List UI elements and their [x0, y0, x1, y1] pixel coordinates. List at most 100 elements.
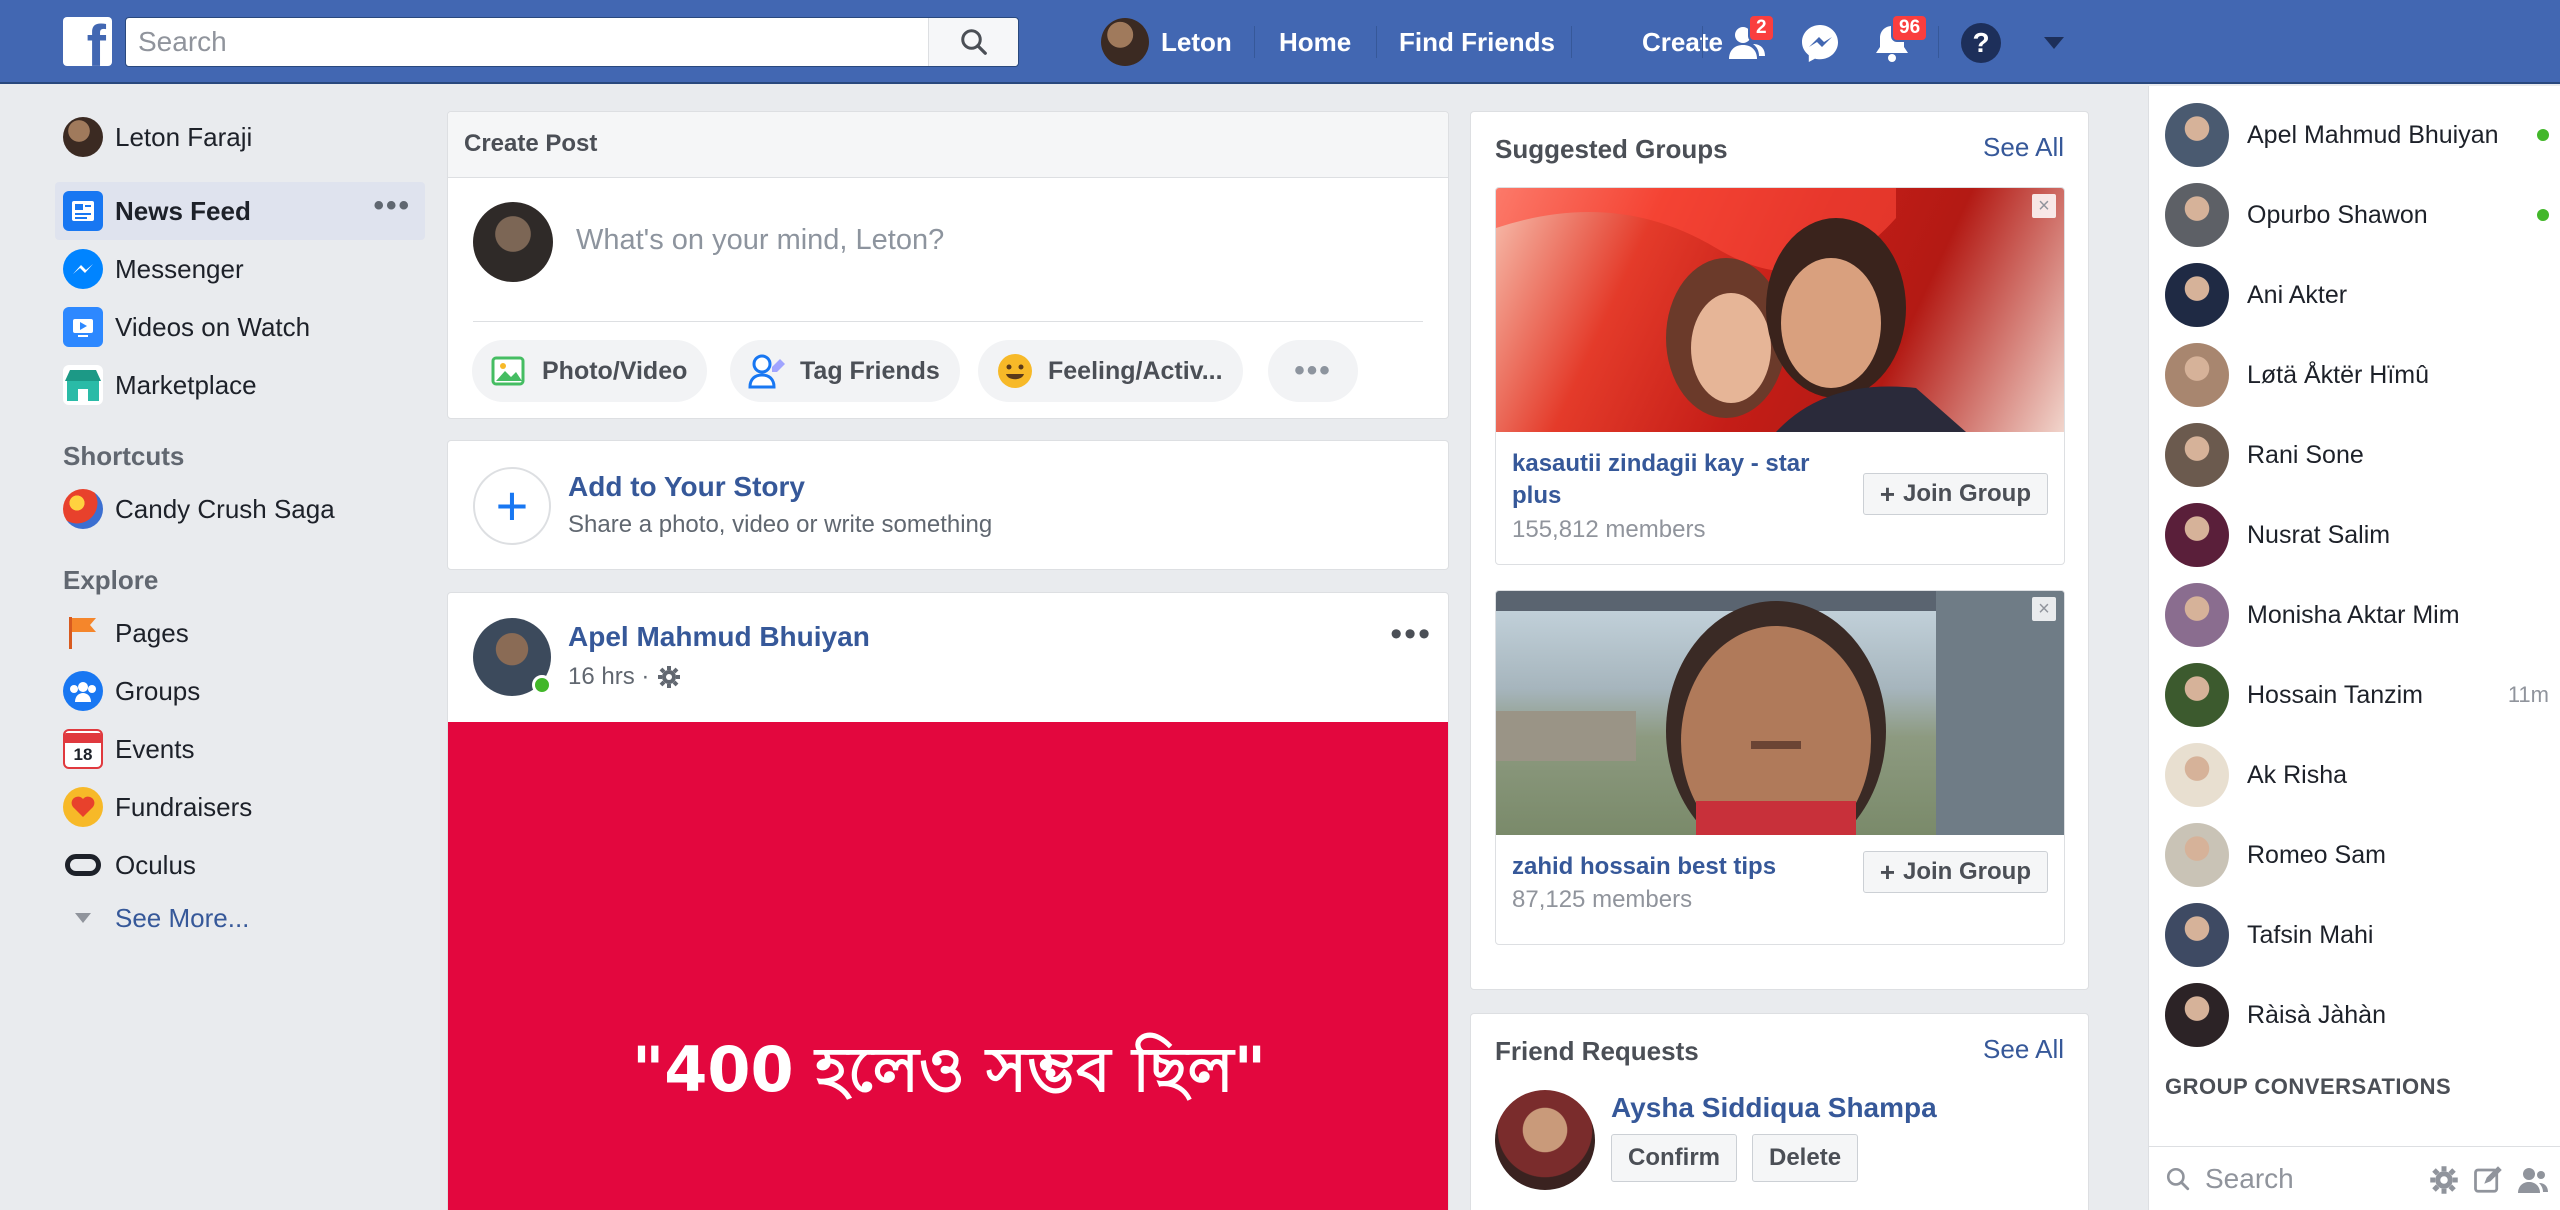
add-story-card[interactable]: + Add to Your Story Share a photo, video… — [447, 440, 1449, 570]
contact-name: Nusrat Salim — [2247, 520, 2391, 549]
join-group-label: Join Group — [1903, 858, 2031, 885]
search-input[interactable] — [138, 18, 938, 66]
contact-name: Løtä Åktër Hïmû — [2247, 360, 2429, 389]
group-cover-image[interactable]: × — [1496, 188, 2064, 432]
groups-icon — [63, 671, 103, 711]
friend-requests-badge: 2 — [1748, 14, 1775, 42]
feeling-activity-label: Feeling/Activ... — [1048, 356, 1223, 385]
search-button[interactable] — [928, 18, 1018, 66]
sidebar-item-groups[interactable]: Groups — [55, 662, 425, 720]
photo-icon — [490, 352, 528, 390]
chat-contact[interactable]: Rani Sone — [2165, 420, 2549, 490]
feed-post: Apel Mahmud Bhuiyan 16 hrs · ••• "400 হল… — [447, 592, 1449, 1210]
post-composer-input[interactable]: What's on your mind, Leton? — [576, 224, 944, 257]
marketplace-icon — [63, 365, 103, 405]
contact-name: Apel Mahmud Bhuiyan — [2247, 120, 2499, 149]
chevron-down-icon — [63, 898, 103, 938]
friend-requests-button[interactable]: 2 — [1724, 14, 1775, 66]
feeling-activity-button[interactable]: Feeling/Activ... — [978, 340, 1243, 402]
sidebar-item-profile[interactable]: Leton Faraji — [55, 108, 425, 166]
divider — [1702, 26, 1703, 58]
divider — [1571, 26, 1572, 58]
avatar[interactable] — [1495, 1090, 1595, 1190]
facebook-logo[interactable]: f — [63, 17, 112, 66]
compose-icon[interactable] — [2473, 1165, 2503, 1195]
confirm-button[interactable]: Confirm — [1611, 1134, 1737, 1182]
sidebar-item-candy-crush[interactable]: Candy Crush Saga — [55, 480, 425, 538]
help-icon: ? — [1961, 23, 2001, 63]
news-feed-icon — [63, 191, 103, 231]
chat-contact[interactable]: Apel Mahmud Bhuiyan — [2165, 100, 2549, 170]
search-icon — [2166, 1167, 2190, 1190]
sidebar-item-fundraisers[interactable]: Fundraisers — [55, 778, 425, 836]
group-name[interactable]: kasautii zindagii kay - star plus — [1512, 448, 1842, 512]
profile-name: Leton — [1161, 26, 1232, 57]
contact-name: Opurbo Shawon — [2247, 200, 2428, 229]
join-group-button[interactable]: + Join Group — [1862, 473, 2048, 515]
chat-contact[interactable]: Romeo Sam — [2165, 820, 2549, 890]
last-active-time: 11m — [2507, 682, 2549, 707]
see-all-groups-link[interactable]: See All — [1983, 132, 2064, 163]
avatar — [2165, 663, 2229, 727]
sidebar-item-events[interactable]: 18 Events — [55, 720, 425, 778]
chat-contact[interactable]: Opurbo Shawon — [2165, 180, 2549, 250]
see-all-requests-link[interactable]: See All — [1983, 1034, 2064, 1065]
account-menu-button[interactable] — [2031, 20, 2077, 66]
sidebar-item-label: Oculus — [115, 849, 196, 880]
close-icon[interactable]: × — [2032, 194, 2056, 218]
avatar — [1101, 18, 1149, 66]
contact-name: Ràisà Jàhàn — [2247, 1000, 2386, 1029]
delete-button[interactable]: Delete — [1752, 1134, 1859, 1182]
sidebar-item-label: Fundraisers — [115, 791, 253, 822]
more-options-icon[interactable]: ••• — [373, 191, 411, 221]
sidebar-item-watch[interactable]: Videos on Watch — [55, 298, 425, 356]
avatar — [2165, 183, 2229, 247]
friend-requests-card: Friend Requests See All Aysha Siddiqua S… — [1470, 1013, 2089, 1210]
group-name[interactable]: zahid hossain best tips — [1512, 851, 1776, 883]
requester-name[interactable]: Aysha Siddiqua Shampa — [1611, 1092, 1937, 1124]
join-group-button[interactable]: + Join Group — [1862, 851, 2048, 893]
sidebar-item-marketplace[interactable]: Marketplace — [55, 356, 425, 414]
notifications-button[interactable]: 96 — [1869, 14, 1929, 66]
group-cover-image[interactable]: × — [1496, 591, 2064, 835]
messenger-button[interactable] — [1797, 20, 1843, 66]
contact-name: Ani Akter — [2247, 280, 2348, 309]
profile-link[interactable]: Leton — [1101, 17, 1232, 67]
sidebar-item-oculus[interactable]: Oculus — [55, 836, 425, 894]
post-time-text[interactable]: 16 hrs · — [568, 663, 649, 691]
find-friends-link[interactable]: Find Friends — [1399, 17, 1555, 67]
join-group-label: Join Group — [1903, 480, 2031, 507]
sidebar-item-news-feed[interactable]: News Feed ••• — [55, 182, 425, 240]
chat-contact[interactable]: Monisha Aktar Mim — [2165, 580, 2549, 650]
new-group-icon[interactable] — [2517, 1165, 2549, 1195]
avatar — [2165, 103, 2229, 167]
chat-search-input[interactable] — [2205, 1162, 2405, 1195]
caret-down-icon — [2044, 37, 2064, 49]
divider — [1938, 26, 1939, 58]
sidebar-item-label: Marketplace — [115, 369, 257, 400]
home-link[interactable]: Home — [1279, 17, 1351, 67]
chat-contact[interactable]: Løtä Åktër Hïmû — [2165, 340, 2549, 410]
sidebar-item-messenger[interactable]: Messenger — [55, 240, 425, 298]
avatar — [2165, 583, 2229, 647]
chat-contact[interactable]: Ak Risha — [2165, 740, 2549, 810]
chat-contact[interactable]: Tafsin Mahi — [2165, 900, 2549, 970]
plus-icon: + — [473, 467, 551, 545]
more-post-options-button[interactable]: ••• — [1268, 340, 1358, 402]
photo-video-button[interactable]: Photo/Video — [472, 340, 708, 402]
chat-contact[interactable]: Ràisà Jàhàn — [2165, 980, 2549, 1050]
add-story-title[interactable]: Add to Your Story — [568, 471, 805, 503]
post-menu-button[interactable]: ••• — [1390, 615, 1432, 654]
chat-contact[interactable]: Hossain Tanzim 11m — [2165, 660, 2549, 730]
avatar — [2165, 823, 2229, 887]
chat-contact[interactable]: Nusrat Salim — [2165, 500, 2549, 570]
chat-contact[interactable]: Ani Akter — [2165, 260, 2549, 330]
see-more-link[interactable]: See More... — [55, 894, 425, 942]
quick-help-button[interactable]: ? — [1958, 20, 2004, 66]
gear-icon[interactable] — [2429, 1165, 2459, 1195]
post-author-name[interactable]: Apel Mahmud Bhuiyan — [568, 621, 870, 653]
tag-friends-button[interactable]: Tag Friends — [730, 340, 960, 402]
sidebar-item-pages[interactable]: Pages — [55, 604, 425, 662]
close-icon[interactable]: × — [2032, 597, 2056, 621]
create-link[interactable]: Create — [1642, 17, 1723, 67]
